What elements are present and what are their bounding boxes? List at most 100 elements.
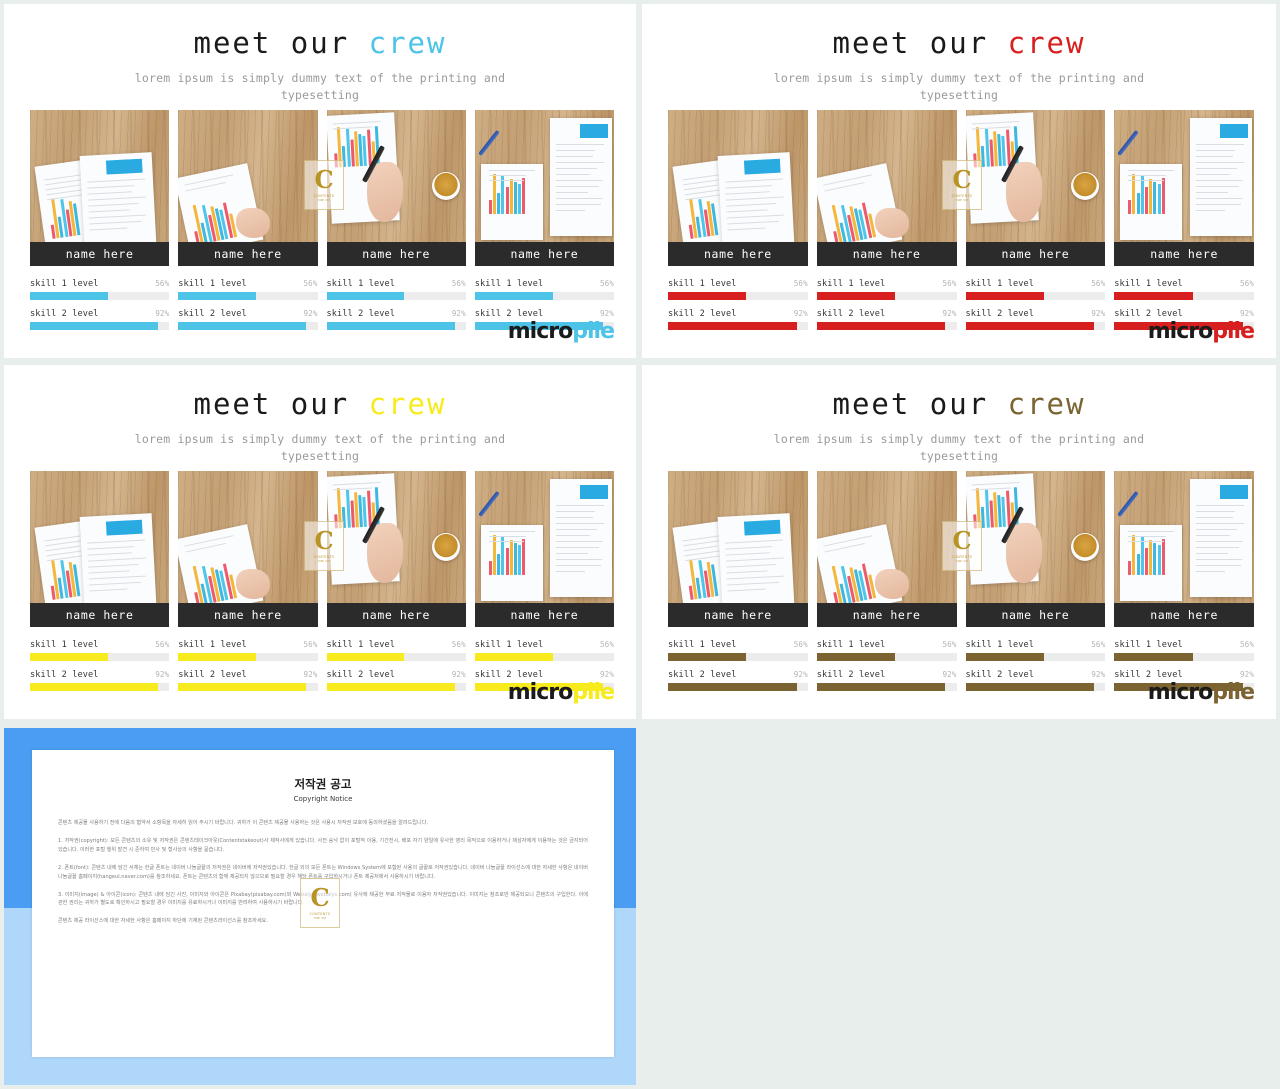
crew-card[interactable]: name here skill 1 level 56% skill 2 level… <box>474 110 614 339</box>
paper-text-line <box>556 571 585 573</box>
paper-text-line <box>727 227 766 231</box>
skill-track <box>965 653 1106 661</box>
skill-track <box>474 653 614 661</box>
paper-text-line <box>1196 553 1228 555</box>
slide-cyan[interactable]: meet our crew lorem ipsum is simply dumm… <box>4 4 636 358</box>
paper-text-line <box>1196 541 1244 543</box>
slide-yellow[interactable]: meet our crew lorem ipsum is simply dumm… <box>4 365 636 719</box>
member-photo <box>965 471 1106 603</box>
blue-highlight-tag <box>1220 124 1248 138</box>
chart-bar <box>1140 536 1144 575</box>
skill-track <box>326 322 466 330</box>
crew-card[interactable]: name here skill 1 level 56% skill 2 level… <box>668 471 808 700</box>
chart-bar <box>1005 490 1010 527</box>
skill-track <box>965 292 1106 300</box>
crew-card[interactable]: name here skill 1 level 56% skill 2 level… <box>30 471 170 700</box>
paper-text-line <box>1196 517 1233 519</box>
skill-fill <box>30 322 159 330</box>
skill-fill <box>1114 292 1193 300</box>
paper-sheet <box>79 513 157 603</box>
chart-bar <box>505 548 509 575</box>
crew-card[interactable]: name here skill 1 level 56% skill 2 level… <box>668 110 808 339</box>
crew-card[interactable]: name here skill 1 level 56% skill 2 level… <box>178 110 318 339</box>
crew-card[interactable]: name here skill 1 level 56% skill 2 level… <box>816 471 957 700</box>
slide-red[interactable]: meet our crew lorem ipsum is simply dumm… <box>642 4 1276 358</box>
paper-sheet <box>480 525 543 601</box>
chart-bar <box>366 490 371 527</box>
skill-label: skill 1 level <box>816 640 886 650</box>
skill-percent: 56% <box>303 640 318 649</box>
paper-text-line <box>87 552 133 556</box>
paper-text-line <box>1196 144 1244 146</box>
paper-text-line <box>89 588 128 592</box>
chart-bar <box>341 146 346 168</box>
crew-card[interactable]: name here skill 1 level 56% skill 2 level… <box>474 471 614 700</box>
crew-card[interactable]: name here skill 1 level 56% skill 2 level… <box>30 110 170 339</box>
photo-scene-documents <box>668 471 808 603</box>
paper-text-line <box>1196 150 1236 152</box>
paper-text-line <box>1196 523 1244 525</box>
skill-row: skill 1 level 56% <box>474 640 614 661</box>
skill-percent: 56% <box>793 640 808 649</box>
paper-text-line <box>725 557 784 562</box>
slide-copyright-notice[interactable]: 저작권 공고 Copyright Notice 콘텐츠 제공물 사용하기 전에 … <box>4 728 636 1085</box>
crew-card[interactable]: name here skill 1 level 56% skill 2 level… <box>1114 471 1254 700</box>
chart-bar <box>518 183 522 214</box>
chart-bar <box>1153 542 1157 575</box>
skill-track <box>30 653 170 661</box>
member-name: name here <box>965 603 1106 627</box>
copyright-page: 저작권 공고 Copyright Notice 콘텐츠 제공물 사용하기 전에 … <box>32 750 614 1057</box>
skill-fill <box>474 653 553 661</box>
brand-logo: micropile <box>508 319 615 344</box>
skill-fill <box>178 683 307 691</box>
brand-logo: micropile <box>1148 319 1255 344</box>
paper-text-line <box>86 178 145 183</box>
skill-track <box>668 683 808 691</box>
skill-list: skill 1 level 56% skill 2 level 92% <box>668 279 808 339</box>
paper-text-line <box>822 174 873 186</box>
skill-label: skill 2 level <box>474 670 544 680</box>
paper-text-line <box>47 555 85 562</box>
paper-sheet <box>1190 118 1252 236</box>
skill-track <box>816 653 957 661</box>
skill-list: skill 1 level 56% skill 2 level 92% <box>178 279 318 339</box>
skill-row: skill 2 level 92% <box>965 309 1106 330</box>
skill-percent: 56% <box>451 279 466 288</box>
paper-text-line <box>727 581 780 586</box>
chart-bar <box>1140 175 1144 214</box>
member-name: name here <box>326 603 466 627</box>
crew-card[interactable]: name here skill 1 level 56% skill 2 level… <box>326 110 466 339</box>
skill-label: skill 1 level <box>816 279 886 289</box>
paper-text-line <box>1196 511 1236 513</box>
member-photo <box>326 110 466 242</box>
crew-card[interactable]: name here skill 1 level 56% skill 2 level… <box>965 471 1106 700</box>
skill-label: skill 1 level <box>326 279 396 289</box>
crew-card[interactable]: name here skill 1 level 56% skill 2 level… <box>816 110 957 339</box>
skill-percent: 56% <box>599 279 614 288</box>
chart-bar <box>349 500 355 528</box>
crew-card[interactable]: name here skill 1 level 56% skill 2 level… <box>1114 110 1254 339</box>
chart-bar <box>345 128 351 167</box>
title-plain: meet our <box>193 26 369 60</box>
member-photo <box>178 110 318 242</box>
crew-card[interactable]: name here skill 1 level 56% skill 2 level… <box>965 110 1106 339</box>
chart-bar <box>513 542 517 575</box>
skill-list: skill 1 level 56% skill 2 level 92% <box>30 640 170 700</box>
paper-text-line <box>726 214 784 219</box>
skill-label: skill 1 level <box>326 640 396 650</box>
chart-bar <box>988 139 994 167</box>
paper-text-line <box>726 563 777 568</box>
chart-bar <box>1136 193 1140 214</box>
skill-fill <box>30 683 159 691</box>
pen <box>477 490 500 518</box>
chart-bar <box>488 561 492 575</box>
skill-row: skill 2 level 92% <box>30 670 170 691</box>
member-name: name here <box>326 242 466 266</box>
slide-brown[interactable]: meet our crew lorem ipsum is simply dumm… <box>642 365 1276 719</box>
chart-bar <box>1001 496 1006 527</box>
chart-bar <box>1145 548 1149 575</box>
crew-card[interactable]: name here skill 1 level 56% skill 2 level… <box>326 471 466 700</box>
skill-label: skill 2 level <box>474 309 544 319</box>
crew-card[interactable]: name here skill 1 level 56% skill 2 level… <box>178 471 318 700</box>
crew-card-list: name here skill 1 level 56% skill 2 level… <box>30 471 614 700</box>
